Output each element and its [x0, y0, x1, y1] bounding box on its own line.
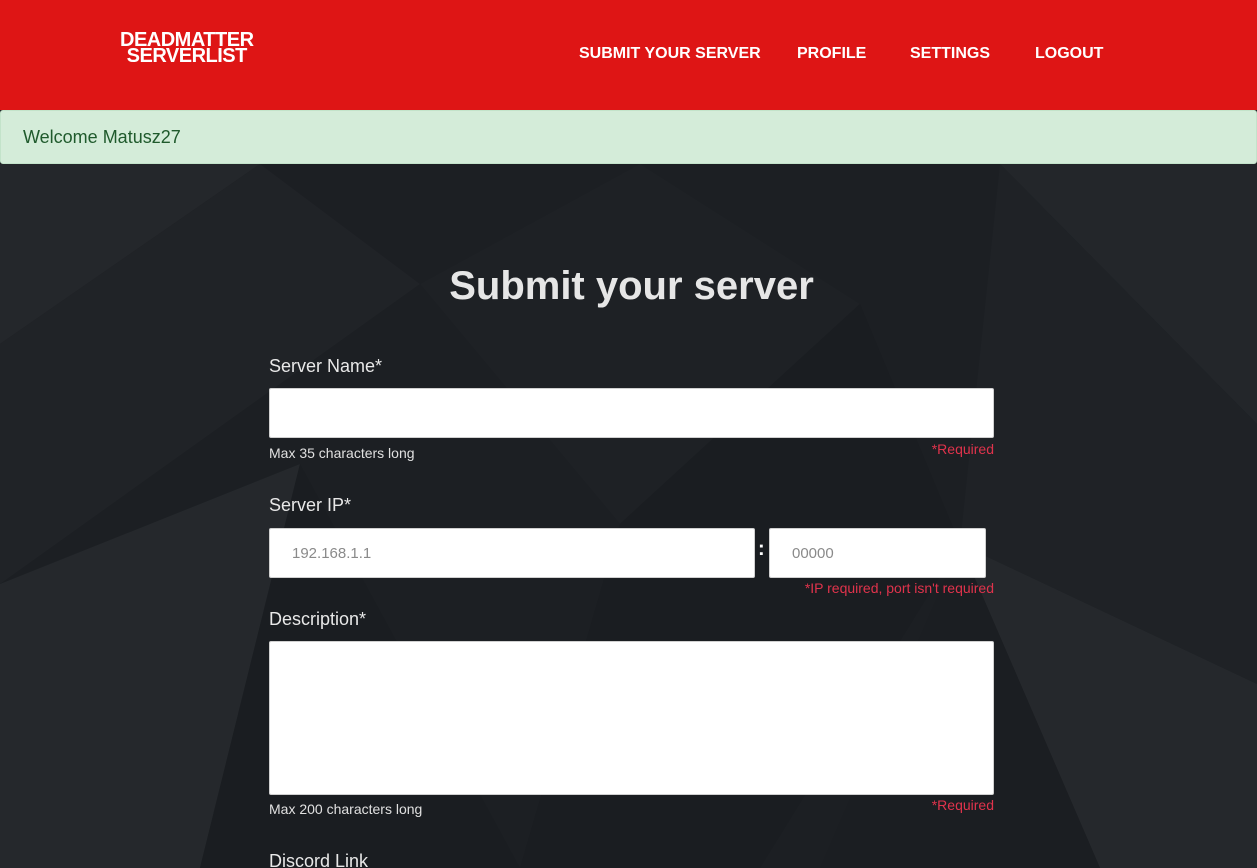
- nav-submit-server[interactable]: SUBMIT YOUR SERVER: [579, 45, 761, 63]
- nav-logout[interactable]: LOGOUT: [1035, 45, 1103, 63]
- description-hint: Max 200 characters long: [269, 801, 423, 817]
- server-name-label: Server Name*: [269, 356, 383, 376]
- welcome-alert: Welcome Matusz27: [0, 110, 1257, 164]
- description-label: Description*: [269, 609, 367, 629]
- server-name-hint: Max 35 characters long: [269, 445, 415, 461]
- page-title: Submit your server: [449, 264, 814, 308]
- description-required: *Required: [931, 797, 994, 813]
- server-name-input[interactable]: [269, 388, 994, 438]
- server-port-input[interactable]: [769, 528, 986, 578]
- ip-port-separator: :: [758, 538, 765, 560]
- logo-line-2: SERVERLIST: [126, 45, 248, 67]
- server-ip-required: *IP required, port isn't required: [804, 580, 994, 596]
- welcome-message: Welcome Matusz27: [23, 127, 181, 147]
- description-textarea[interactable]: [269, 641, 994, 795]
- nav-profile[interactable]: PROFILE: [797, 45, 866, 63]
- discord-link-label: Discord Link: [269, 851, 369, 868]
- server-ip-label: Server IP*: [269, 495, 352, 515]
- server-ip-input[interactable]: [269, 528, 755, 578]
- nav-settings[interactable]: SETTINGS: [910, 45, 990, 63]
- site-header: DEADMATTER SERVERLIST SUBMIT YOUR SERVER…: [0, 0, 1257, 110]
- submit-server-form: Submit your server Server Name* Max 35 c…: [0, 164, 1257, 868]
- server-name-required: *Required: [931, 441, 994, 457]
- site-logo[interactable]: DEADMATTER SERVERLIST: [120, 30, 254, 67]
